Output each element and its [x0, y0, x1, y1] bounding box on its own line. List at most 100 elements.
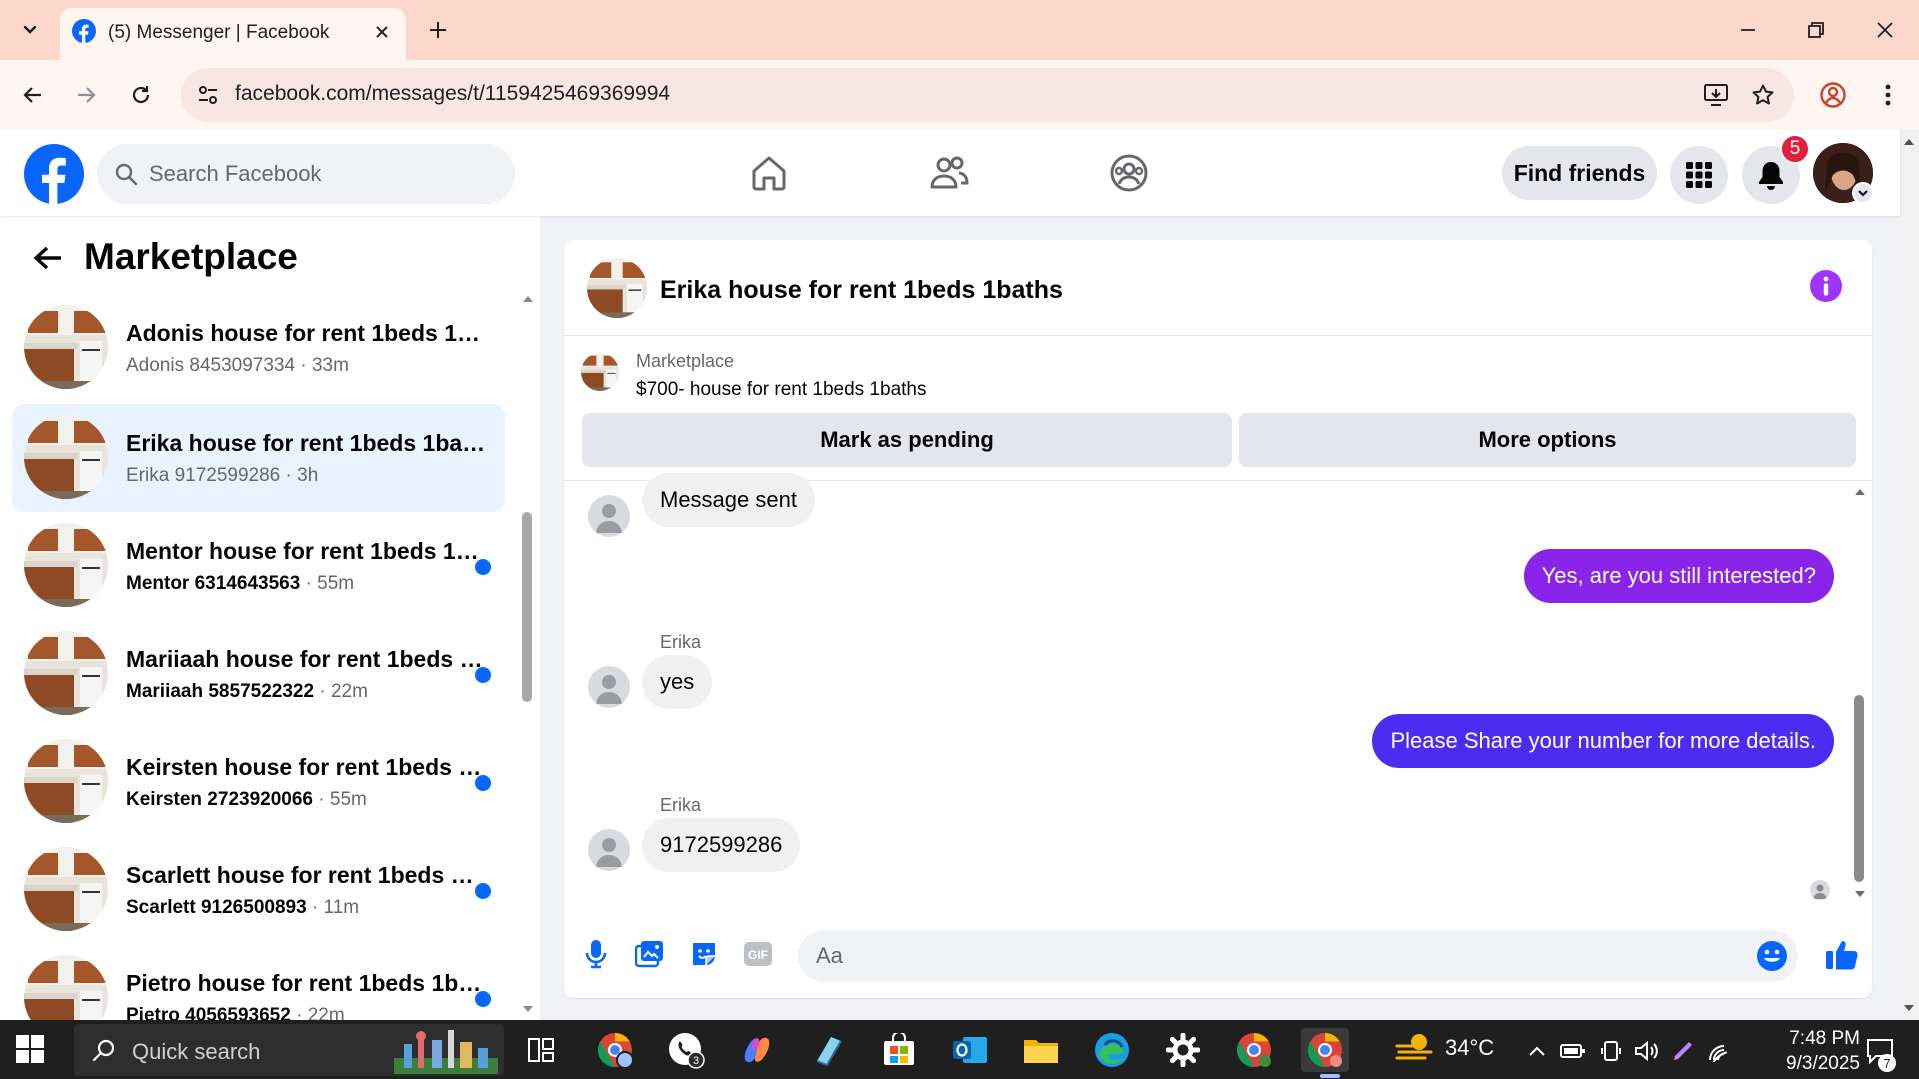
sticker-button[interactable] — [686, 936, 722, 972]
page-scrollbar[interactable] — [1900, 130, 1919, 1020]
grid-menu-icon — [1686, 162, 1712, 188]
message-sender-name: Erika — [660, 632, 702, 652]
scroll-up-icon[interactable] — [1852, 486, 1868, 498]
emoji-picker-icon[interactable] — [1756, 940, 1788, 972]
close-icon — [1877, 22, 1893, 38]
person-icon — [596, 838, 622, 867]
notepad-app-icon[interactable] — [804, 1028, 852, 1072]
listing-thumbnail — [24, 847, 108, 931]
file-explorer-app-icon[interactable] — [1017, 1028, 1065, 1072]
conversation-time: 11m — [323, 897, 360, 918]
scroll-down-icon[interactable] — [520, 1002, 536, 1016]
taskbar-clock[interactable]: 7:48 PM 9/3/2025 — [1740, 1026, 1860, 1076]
conversation-info-button[interactable] — [1810, 270, 1842, 302]
conversation-sender: Erika 9172599286 — [126, 465, 281, 486]
conversation-item[interactable]: Adonis house for rent 1beds 1baths Adoni… — [12, 296, 505, 402]
more-options-button[interactable]: More options — [1239, 413, 1856, 467]
conversation-item[interactable]: Mentor house for rent 1beds 1baths Mento… — [12, 512, 505, 620]
scroll-down-icon[interactable] — [1852, 888, 1868, 900]
conversation-time: 22m — [307, 1005, 345, 1020]
reload-button[interactable] — [120, 74, 162, 116]
site-info-icon[interactable] — [193, 81, 223, 109]
device-icon[interactable] — [1598, 1038, 1624, 1064]
forward-button[interactable] — [65, 74, 107, 116]
listing-thumbnail[interactable] — [581, 353, 619, 391]
profile-icon[interactable] — [1815, 77, 1851, 113]
microsoft-store-app-icon[interactable] — [875, 1028, 923, 1072]
close-window-button[interactable] — [1855, 8, 1915, 52]
pen-icon[interactable] — [1670, 1038, 1696, 1064]
conversation-time: 3h — [297, 465, 319, 486]
conversation-sender: Mariiaah 5857522322 — [126, 681, 315, 702]
bookmark-star-icon[interactable] — [1747, 80, 1779, 110]
conversation-item[interactable]: Scarlett house for rent 1beds 1baths Sca… — [12, 836, 505, 944]
chat-title[interactable]: Erika house for rent 1beds 1baths — [660, 276, 1063, 305]
restore-button[interactable] — [1786, 8, 1846, 52]
address-bar[interactable]: facebook.com/messages/t/1159425469369994 — [181, 68, 1794, 122]
sticker-icon — [693, 943, 715, 965]
volume-icon[interactable] — [1634, 1038, 1660, 1064]
copilot-app-icon[interactable] — [733, 1028, 781, 1072]
weather-widget[interactable]: 34°C — [1395, 1030, 1494, 1066]
tab-close-button[interactable] — [368, 18, 396, 46]
back-arrow-button[interactable] — [28, 238, 68, 278]
like-send-button[interactable] — [1822, 936, 1862, 972]
attach-photo-button[interactable] — [632, 936, 668, 972]
facebook-search[interactable] — [97, 144, 515, 204]
conversation-meta: Erika 9172599286 · 3h — [126, 465, 319, 486]
back-button[interactable] — [12, 74, 54, 116]
new-tab-button[interactable] — [420, 12, 456, 48]
conversation-item[interactable]: Keirsten house for rent 1beds 1baths Kei… — [12, 728, 505, 836]
weather-haze-icon — [1395, 1034, 1433, 1060]
battery-icon[interactable] — [1560, 1038, 1586, 1064]
account-chevron-icon[interactable] — [1852, 182, 1874, 204]
friends-nav-icon[interactable] — [924, 150, 974, 196]
thumbs-up-icon — [1826, 941, 1858, 970]
url-text[interactable]: facebook.com/messages/t/1159425469369994 — [235, 82, 670, 106]
listing-title[interactable]: $700- house for rent 1beds 1baths — [636, 379, 926, 401]
settings-app-icon[interactable] — [1159, 1028, 1207, 1072]
scroll-up-icon[interactable] — [520, 292, 536, 306]
install-app-icon[interactable] — [1700, 80, 1732, 110]
facebook-logo-icon[interactable] — [24, 144, 84, 204]
conversation-item[interactable]: Mariiaah house for rent 1beds 1baths Mar… — [12, 620, 505, 728]
tab-search-button[interactable] — [10, 12, 50, 48]
scroll-down-icon[interactable] — [1902, 1002, 1916, 1014]
voice-clip-button[interactable] — [578, 936, 614, 972]
conversation-item[interactable]: Pietro house for rent 1beds 1baths Pietr… — [12, 944, 505, 1020]
conversation-item-active[interactable]: Erika house for rent 1beds 1baths Erika … — [12, 404, 505, 512]
minimize-button[interactable] — [1718, 8, 1778, 52]
chat-listing-thumbnail[interactable] — [587, 258, 647, 318]
edge-app-icon[interactable] — [1088, 1028, 1136, 1072]
contact-avatar — [588, 495, 630, 537]
scroll-up-icon[interactable] — [1902, 136, 1916, 148]
chrome-app-icon[interactable] — [1230, 1028, 1278, 1072]
windows-start-button[interactable] — [16, 1035, 44, 1063]
task-view-icon[interactable] — [517, 1028, 565, 1072]
home-nav-icon[interactable] — [744, 150, 794, 196]
browser-tab-messenger[interactable]: (5) Messenger | Facebook — [60, 8, 406, 60]
chrome-profile-app-icon[interactable] — [591, 1028, 639, 1072]
groups-nav-icon[interactable] — [1104, 150, 1154, 196]
message-input-box[interactable] — [798, 930, 1798, 982]
search-input[interactable] — [149, 144, 499, 204]
find-friends-button[interactable]: Find friends — [1502, 146, 1657, 200]
bell-icon — [1759, 162, 1783, 190]
taskbar-search[interactable]: Quick search — [74, 1024, 504, 1076]
browser-menu-icon[interactable] — [1870, 77, 1906, 113]
menu-button[interactable] — [1670, 146, 1728, 204]
outlook-app-icon[interactable] — [946, 1028, 994, 1072]
chrome-active-app-icon[interactable] — [1301, 1028, 1349, 1072]
show-hidden-icons-chevron-icon[interactable] — [1524, 1038, 1550, 1064]
sidebar-scroll-thumb[interactable] — [522, 512, 532, 702]
unread-dot — [475, 775, 491, 791]
windows-logo-icon — [16, 1035, 44, 1063]
mark-as-pending-button[interactable]: Mark as pending — [582, 413, 1232, 467]
whatsapp-app-icon[interactable]: 3 — [662, 1028, 710, 1072]
message-bubble-incoming: 9172599286 — [642, 818, 801, 872]
gif-button[interactable]: GIF — [740, 936, 776, 972]
chat-scroll-thumb[interactable] — [1854, 695, 1864, 882]
wifi-icon[interactable] — [1706, 1038, 1732, 1064]
message-input[interactable] — [816, 930, 1746, 982]
listing-thumbnail — [24, 631, 108, 715]
